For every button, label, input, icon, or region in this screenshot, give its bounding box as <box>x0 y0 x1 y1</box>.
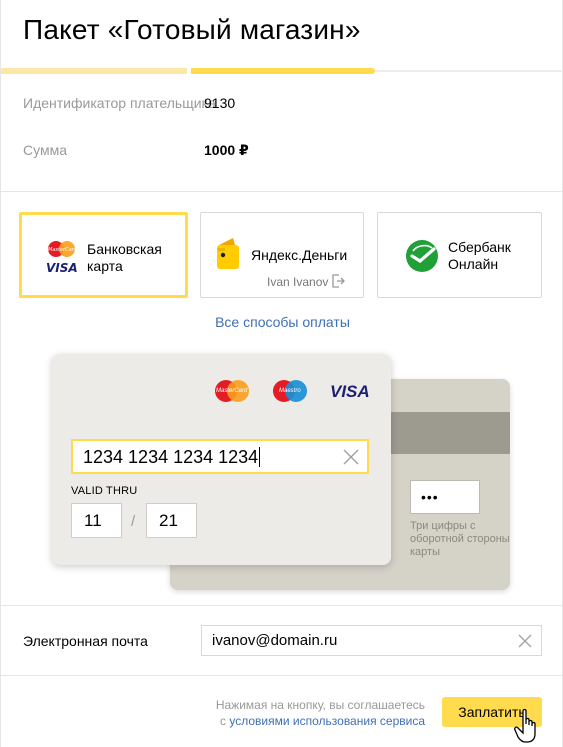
clear-icon[interactable] <box>518 634 532 648</box>
divider <box>1 675 563 676</box>
divider <box>1 191 563 192</box>
payment-form: Пакет «Готовый магазин» Идентификатор пл… <box>0 0 563 747</box>
mastercard-visa-icon: MasterCard VISA <box>46 241 78 275</box>
expiry-month-input[interactable]: 11 <box>71 503 122 538</box>
method-label: Яндекс.Деньги <box>251 247 348 263</box>
terms-notice: Нажимая на кнопку, вы соглашаетесь с усл… <box>215 698 425 728</box>
maestro-logo-icon: Maestro <box>271 378 309 404</box>
method-label: Онлайн <box>448 256 499 272</box>
svg-text:VISA: VISA <box>46 261 78 275</box>
card-number-value: 1234 1234 1234 1234 <box>83 447 259 467</box>
card-number-input[interactable]: 1234 1234 1234 1234 <box>71 439 369 474</box>
payer-id-value: 9130 <box>204 95 236 111</box>
method-label: Сбербанк <box>448 239 511 255</box>
progress-step-current <box>191 68 375 74</box>
sum-value: 1000 ₽ <box>204 142 249 158</box>
payer-id-label: Идентификатор плательщика <box>23 95 216 111</box>
page-title: Пакет «Готовый магазин» <box>23 14 361 45</box>
cvc-hint: Три цифры с оборотной стороны карты <box>410 520 510 558</box>
email-field[interactable]: ivanov@domain.ru <box>201 625 542 656</box>
mastercard-logo-icon: MasterCard <box>213 378 251 404</box>
divider <box>1 605 563 606</box>
sberbank-logo-icon <box>406 240 438 272</box>
date-separator: / <box>131 513 136 530</box>
method-bank-card[interactable]: MasterCard VISA Банковская карта <box>19 212 188 298</box>
terms-link[interactable]: условиями использования сервиса <box>229 714 425 728</box>
method-yandex-money[interactable]: Яндекс.Деньги Ivan Ivanov <box>200 212 364 298</box>
valid-thru-label: VALID THRU <box>71 485 138 497</box>
email-label: Электронная почта <box>23 633 148 649</box>
all-payment-methods-link[interactable]: Все способы оплаты <box>1 314 563 330</box>
yandex-money-wallet-icon <box>217 238 239 269</box>
logout-icon[interactable] <box>331 274 345 288</box>
visa-logo-icon: VISA <box>330 382 370 401</box>
method-label: Банковская <box>87 241 162 257</box>
email-value: ivanov@domain.ru <box>212 632 338 649</box>
card-front: MasterCard Maestro VISA 1234 1234 1234 1… <box>52 354 391 565</box>
progress-step-remaining <box>375 70 563 72</box>
sum-label: Сумма <box>23 142 67 158</box>
expiry-year-input[interactable]: 21 <box>146 503 197 538</box>
account-name: Ivan Ivanov <box>267 275 329 289</box>
progress-step-done <box>1 68 187 74</box>
method-sberbank-online[interactable]: Сбербанк Онлайн <box>377 212 542 298</box>
progress-bar <box>1 68 563 74</box>
hand-cursor-icon <box>514 708 536 743</box>
method-label: карта <box>87 258 123 274</box>
clear-icon[interactable] <box>343 449 359 465</box>
svg-text:MasterCard: MasterCard <box>48 247 78 253</box>
cvc-input[interactable]: ••• <box>410 480 480 514</box>
